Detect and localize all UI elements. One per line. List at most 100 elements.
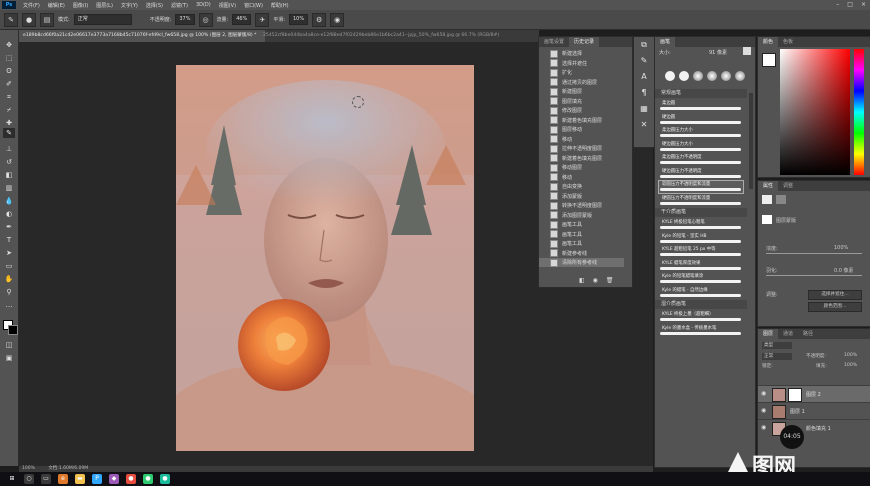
history-item[interactable]: 新建图层 bbox=[539, 87, 624, 96]
minimize-button[interactable]: – bbox=[836, 1, 839, 8]
blur-tool-icon[interactable]: 💧 bbox=[3, 196, 15, 206]
folder-icon[interactable]: ▬ bbox=[75, 474, 85, 484]
gradient-tool-icon[interactable]: ▥ bbox=[3, 183, 15, 193]
character-panel-icon[interactable]: A bbox=[638, 71, 650, 83]
brush-preset-item[interactable]: 柔边圆压力大小 bbox=[659, 127, 743, 139]
brush-group-header[interactable]: 干介质画笔 bbox=[655, 208, 747, 217]
history-item[interactable]: 修改图层 bbox=[539, 106, 624, 115]
menu-layer[interactable]: 图层(L) bbox=[92, 2, 117, 9]
history-item[interactable]: 新建参考线 bbox=[539, 249, 624, 258]
layer-name[interactable]: 图层 1 bbox=[790, 408, 805, 415]
zoom-tool-icon[interactable]: ⚲ bbox=[3, 287, 15, 297]
brush-add-icon[interactable] bbox=[743, 47, 751, 55]
menu-edit[interactable]: 编辑(E) bbox=[44, 2, 69, 9]
gear-icon[interactable]: ⚙ bbox=[312, 12, 327, 27]
opacity-field[interactable]: 37% bbox=[175, 14, 195, 25]
history-item[interactable]: 新建着色填充图层 bbox=[539, 154, 624, 163]
eyedropper-tool-icon[interactable]: ⌿ bbox=[3, 105, 15, 115]
brush-preset-item[interactable]: 软圆压力不透明度和流量 bbox=[658, 180, 744, 194]
history-panel-icon[interactable]: ⧉ bbox=[638, 39, 650, 51]
crop-tool-icon[interactable]: ⌗ bbox=[3, 92, 15, 102]
history-item[interactable]: 移动图层 bbox=[539, 163, 624, 172]
brush-tip-preset[interactable] bbox=[665, 71, 675, 81]
brush-preset-item[interactable]: 硬圆压力不透明度和流量 bbox=[659, 195, 743, 207]
app-icon[interactable]: ● bbox=[143, 474, 153, 484]
brush-tip-preset[interactable] bbox=[707, 71, 717, 81]
brush-tool-icon[interactable]: ✎ bbox=[3, 128, 15, 138]
history-item[interactable]: 移动 bbox=[539, 173, 624, 182]
menu-filter[interactable]: 滤镜(T) bbox=[167, 2, 192, 9]
brush-size-icon[interactable]: ● bbox=[22, 12, 36, 27]
app-icon[interactable]: ● bbox=[126, 474, 136, 484]
feather-slider[interactable] bbox=[766, 275, 862, 276]
photoshop-taskbar-icon[interactable]: P bbox=[92, 474, 102, 484]
history-item[interactable]: 扩化 bbox=[539, 68, 624, 77]
airbrush-icon[interactable]: ✈ bbox=[255, 12, 270, 27]
brush-scrollbar[interactable] bbox=[749, 93, 753, 189]
vector-mask-icon[interactable] bbox=[776, 195, 786, 204]
brush-tip-preset[interactable] bbox=[721, 71, 731, 81]
path-select-tool-icon[interactable]: ➤ bbox=[3, 248, 15, 258]
history-item[interactable]: 添加图层蒙版 bbox=[539, 211, 624, 220]
menu-help[interactable]: 帮助(H) bbox=[267, 2, 293, 9]
smooth-field[interactable]: 10% bbox=[289, 14, 309, 25]
tab-brushes[interactable]: 画笔 bbox=[655, 37, 676, 47]
brush-tip-preset[interactable] bbox=[735, 71, 745, 81]
history-item[interactable]: 清除所有参考线 bbox=[539, 258, 624, 267]
tab-swatches[interactable]: 色板 bbox=[778, 37, 798, 47]
menu-image[interactable]: 图像(I) bbox=[69, 2, 92, 9]
history-item[interactable]: 通过拷贝的图层 bbox=[539, 78, 624, 87]
windows-start-icon[interactable]: ⊞ bbox=[7, 474, 17, 484]
history-item[interactable]: 自由变换 bbox=[539, 182, 624, 191]
brush-preset-item[interactable]: 柔边圆压力不透明度 bbox=[659, 154, 743, 166]
eye-icon[interactable]: ◉ bbox=[761, 408, 767, 414]
quick-mask-icon[interactable]: ◫ bbox=[3, 340, 15, 350]
brush-tip-preset[interactable] bbox=[693, 71, 703, 81]
brush-preset-icon[interactable]: ✎ bbox=[4, 12, 18, 27]
maximize-button[interactable]: □ bbox=[847, 1, 853, 8]
pressure-size-icon[interactable]: ◉ bbox=[330, 12, 345, 27]
history-item[interactable]: 转换不透明度图层 bbox=[539, 201, 624, 210]
history-item[interactable]: 图层填充 bbox=[539, 97, 624, 106]
move-tool-icon[interactable]: ✥ bbox=[3, 40, 15, 50]
history-item[interactable]: 新建着色填充图层 bbox=[539, 116, 624, 125]
brush-preset-item[interactable]: KYLE 蜡笔厚度效果 bbox=[659, 260, 743, 272]
quick-select-tool-icon[interactable]: ✐ bbox=[3, 79, 15, 89]
history-item[interactable]: 画笔工具 bbox=[539, 239, 624, 248]
brush-preset-item[interactable]: 硬边圆 bbox=[659, 114, 743, 126]
layer-mask-thumbnail[interactable] bbox=[788, 388, 802, 402]
history-item[interactable]: 新建选择 bbox=[539, 49, 624, 58]
history-item[interactable]: 移动 bbox=[539, 135, 624, 144]
history-item[interactable]: 添加蒙版 bbox=[539, 192, 624, 201]
brush-panel-icon[interactable]: ✎ bbox=[638, 55, 650, 67]
pressure-opacity-icon[interactable]: ◎ bbox=[198, 12, 213, 27]
layer-name[interactable]: 图层 2 bbox=[806, 391, 821, 398]
layer-row[interactable]: ◉ 图层 2 bbox=[758, 385, 870, 402]
tab-color[interactable]: 颜色 bbox=[758, 37, 779, 47]
snapshot-icon[interactable]: ◧ bbox=[579, 277, 585, 284]
app-icon[interactable]: ◆ bbox=[109, 474, 119, 484]
brush-settings-icon[interactable]: ▤ bbox=[40, 12, 54, 27]
background-color-swatch[interactable] bbox=[8, 325, 18, 335]
brush-preset-item[interactable]: Kyle 的蜡笔 - 自然边缘 bbox=[659, 287, 743, 299]
menu-file[interactable]: 文件(F) bbox=[19, 2, 44, 9]
document-tab-inactive[interactable]: 25452cf8be044ba4a8ce-e12f88ed7f02429beb8… bbox=[259, 30, 507, 42]
color-range-button[interactable]: 颜色范围... bbox=[808, 302, 862, 312]
history-item[interactable]: 选择并遮住 bbox=[539, 59, 624, 68]
menu-window[interactable]: 窗口(W) bbox=[240, 2, 267, 9]
history-item[interactable]: 画笔工具 bbox=[539, 230, 624, 239]
eye-icon[interactable]: ◉ bbox=[761, 391, 767, 397]
pixel-mask-icon[interactable] bbox=[762, 195, 772, 204]
zoom-level[interactable]: 100% bbox=[22, 466, 35, 471]
brush-preset-item[interactable]: KYLE 超粗铅笔 25 px 中等 bbox=[659, 246, 743, 258]
tab-brush-settings[interactable]: 画笔设置 bbox=[539, 37, 569, 47]
saturation-brightness-field[interactable] bbox=[780, 49, 850, 175]
brush-preset-item[interactable]: 柔边圆 bbox=[659, 100, 743, 112]
brush-preset-item[interactable]: 硬边圆压力不透明度 bbox=[659, 168, 743, 180]
paragraph-panel-icon[interactable]: ¶ bbox=[638, 87, 650, 99]
menu-view[interactable]: 视图(V) bbox=[215, 2, 240, 9]
tab-paths[interactable]: 路径 bbox=[798, 329, 818, 339]
brush-preset-item[interactable]: KYLE 终极上墨（超粗细） bbox=[659, 311, 743, 323]
tab-history[interactable]: 历史记录 bbox=[569, 37, 600, 47]
brush-preset-item[interactable]: Kyle 的铅笔蜡笔填涂 bbox=[659, 273, 743, 285]
